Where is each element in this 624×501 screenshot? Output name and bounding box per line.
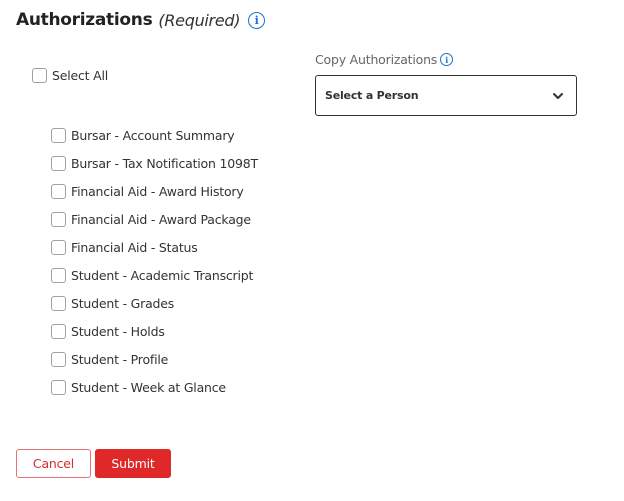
checkbox-box[interactable]	[51, 380, 66, 395]
cancel-button[interactable]: Cancel	[16, 449, 91, 478]
required-label: (Required)	[158, 11, 240, 30]
authorization-label: Bursar - Tax Notification 1098T	[71, 156, 258, 171]
chevron-down-icon	[552, 91, 564, 101]
authorization-label: Student - Profile	[71, 352, 168, 367]
select-person-dropdown[interactable]: Select a Person	[315, 75, 577, 116]
info-icon[interactable]: i	[248, 12, 265, 29]
select-person-value: Select a Person	[325, 89, 418, 102]
select-all-checkbox[interactable]: Select All	[32, 68, 108, 83]
authorization-label: Student - Academic Transcript	[71, 268, 253, 283]
checkbox-box[interactable]	[51, 128, 66, 143]
authorization-item[interactable]: Student - Week at Glance	[51, 380, 226, 395]
authorization-item[interactable]: Bursar - Account Summary	[51, 128, 234, 143]
section-header: Authorizations (Required) i	[16, 10, 265, 30]
authorization-item[interactable]: Student - Grades	[51, 296, 174, 311]
checkbox-box[interactable]	[51, 268, 66, 283]
checkbox-box[interactable]	[51, 240, 66, 255]
authorization-item[interactable]: Financial Aid - Award Package	[51, 212, 251, 227]
authorization-item[interactable]: Student - Profile	[51, 352, 168, 367]
checkbox-box[interactable]	[51, 324, 66, 339]
authorization-label: Financial Aid - Award History	[71, 184, 244, 199]
authorization-label: Financial Aid - Status	[71, 240, 198, 255]
authorization-item[interactable]: Financial Aid - Award History	[51, 184, 244, 199]
checkbox-box[interactable]	[51, 352, 66, 367]
info-icon[interactable]: i	[440, 53, 453, 66]
checkbox-box[interactable]	[32, 68, 47, 83]
authorization-item[interactable]: Financial Aid - Status	[51, 240, 198, 255]
checkbox-box[interactable]	[51, 156, 66, 171]
authorization-label: Student - Week at Glance	[71, 380, 226, 395]
section-title: Authorizations	[16, 10, 152, 30]
select-all-label: Select All	[52, 68, 108, 83]
authorization-label: Financial Aid - Award Package	[71, 212, 251, 227]
authorization-item[interactable]: Bursar - Tax Notification 1098T	[51, 156, 258, 171]
authorization-label: Student - Holds	[71, 324, 165, 339]
submit-button[interactable]: Submit	[95, 449, 171, 478]
copy-authorizations-label: Copy Authorizations i	[315, 52, 453, 67]
authorization-label: Student - Grades	[71, 296, 174, 311]
authorization-label: Bursar - Account Summary	[71, 128, 234, 143]
checkbox-box[interactable]	[51, 296, 66, 311]
copy-authorizations-text: Copy Authorizations	[315, 52, 437, 67]
checkbox-box[interactable]	[51, 184, 66, 199]
checkbox-box[interactable]	[51, 212, 66, 227]
authorization-item[interactable]: Student - Holds	[51, 324, 165, 339]
authorization-item[interactable]: Student - Academic Transcript	[51, 268, 253, 283]
